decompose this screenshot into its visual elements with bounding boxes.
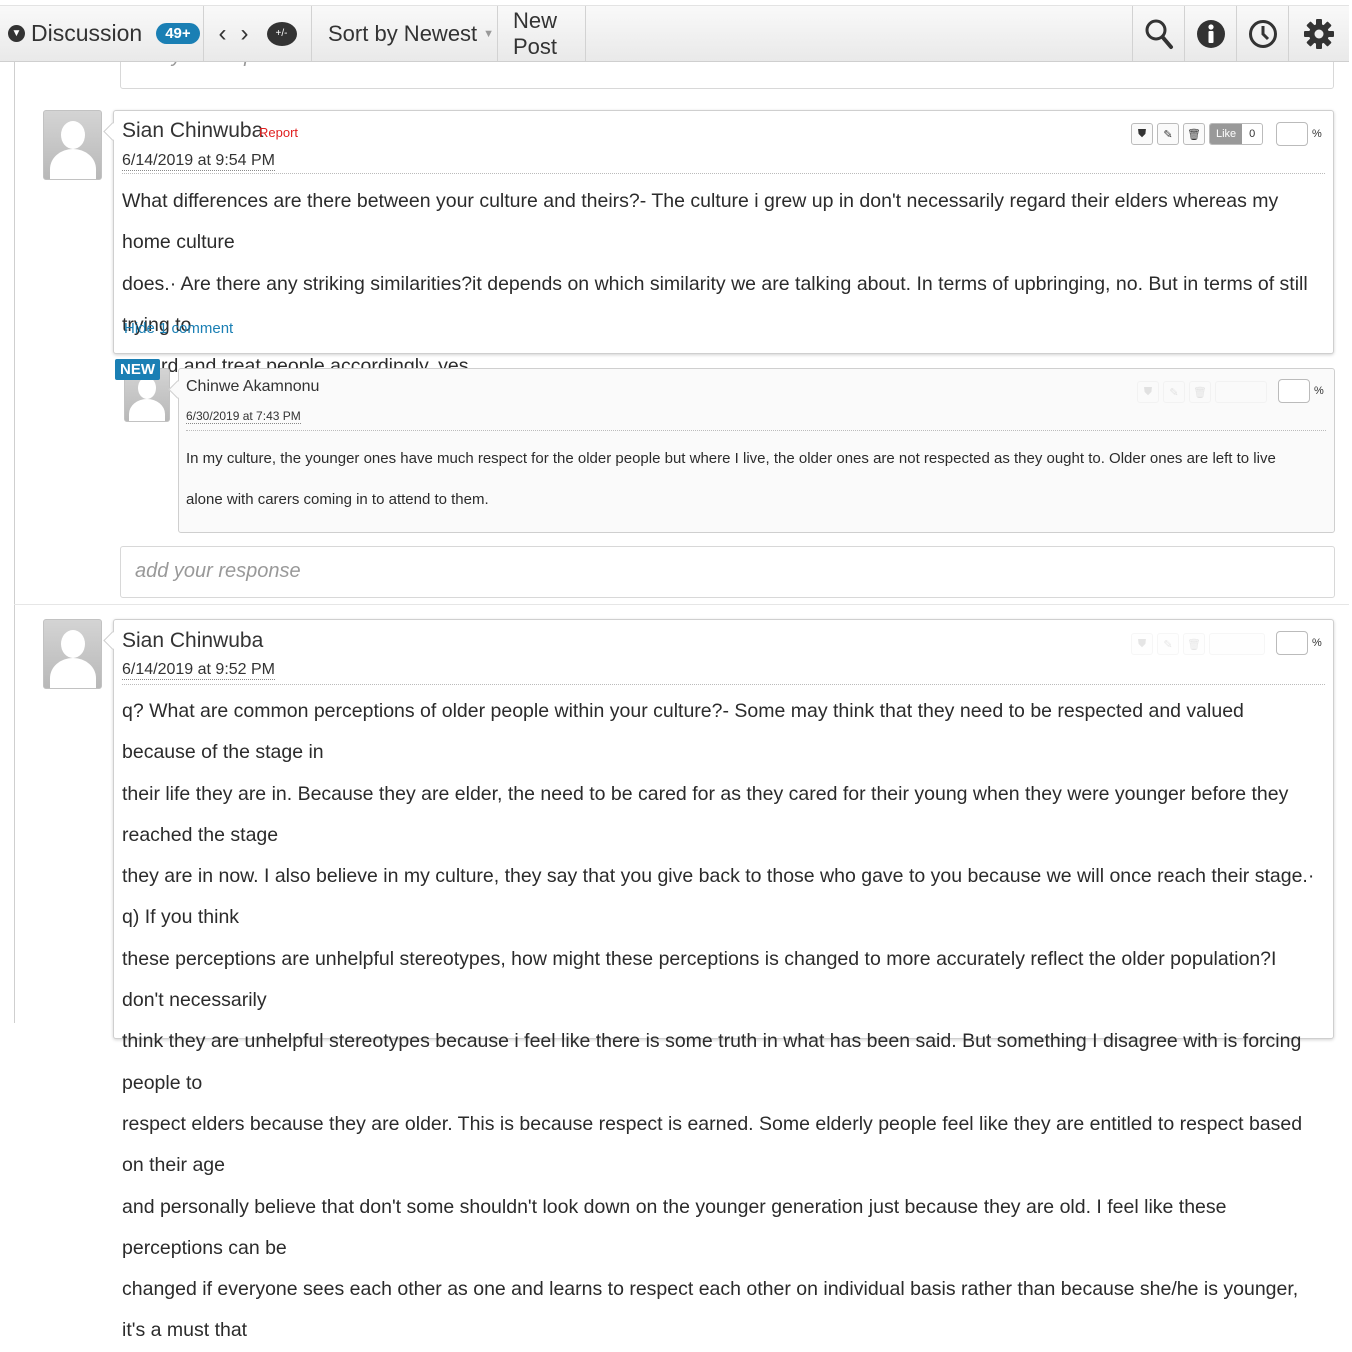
trash-icon[interactable]: 🗑	[1183, 123, 1205, 145]
grade-input[interactable]	[1276, 631, 1308, 655]
percent-sign: %	[1314, 385, 1324, 397]
post-date[interactable]: 6/14/2019 at 9:52 PM	[122, 661, 275, 680]
info-icon	[1196, 19, 1225, 48]
comment-date[interactable]: 6/30/2019 at 7:43 PM	[186, 409, 301, 424]
post-actions: ⛊ ✎ 🗑	[1131, 633, 1265, 655]
comment-author[interactable]: Chinwe Akamnonu	[186, 378, 319, 396]
post-author[interactable]: Sian Chinwuba	[122, 119, 263, 143]
caret-down-icon: ▼	[483, 27, 495, 40]
toolbar-spacer	[586, 6, 1133, 61]
post-line: What differences are there between your …	[122, 190, 1279, 254]
percent-sign: %	[1312, 637, 1322, 649]
response-placeholder: add your response	[135, 560, 301, 582]
chat-icon[interactable]: +/-	[266, 21, 297, 46]
discussion-menu[interactable]: ▼ Discussion 49+	[0, 6, 204, 61]
comment-line: In my culture, the younger ones have muc…	[186, 450, 1276, 467]
clock-icon	[1248, 19, 1277, 48]
post-author[interactable]: Sian Chinwuba	[122, 629, 263, 653]
chevron-left-icon[interactable]: ‹	[219, 20, 227, 48]
post-count-badge: 49+	[156, 23, 200, 44]
post-card: Sian Chinwuba Report 6/14/2019 at 9:54 P…	[103, 110, 1334, 377]
post-line: their life they are in. Because they are…	[122, 782, 1289, 846]
chevron-down-icon: ▼	[8, 25, 25, 42]
search-button[interactable]	[1133, 6, 1185, 61]
post-card: Sian Chinwuba 6/14/2019 at 9:52 PM ⛊ ✎ 🗑…	[103, 619, 1334, 1341]
comment-actions: ⛊ ✎ 🗑	[1137, 381, 1267, 403]
like-count: 0	[1242, 128, 1263, 140]
search-icon	[1145, 19, 1173, 49]
avatar	[43, 110, 102, 180]
post-line: and personally believe that don't some s…	[122, 1195, 1227, 1259]
response-input[interactable]: add your response	[120, 546, 1335, 598]
new-post-label: New Post	[513, 7, 558, 59]
post-actions: ⛊ ✎ 🗑 Like 0	[1131, 123, 1264, 145]
settings-button[interactable]	[1289, 6, 1349, 61]
post-line: they are in now. I also believe in my cu…	[122, 865, 1315, 929]
moderate-icon[interactable]: ⛊	[1131, 123, 1153, 145]
avatar	[43, 619, 102, 689]
post-line: think they are unhelpful stereotypes bec…	[122, 1030, 1302, 1094]
info-button[interactable]	[1185, 6, 1237, 61]
post-body: What differences are there between your …	[122, 181, 1323, 387]
trash-icon[interactable]: 🗑	[1183, 633, 1205, 655]
discussion-toolbar: ▼ Discussion 49+ ‹ › +/- Sort by Newest …	[0, 5, 1349, 62]
post-line: does.· Are there any striking similariti…	[122, 272, 1308, 336]
post-line: respect elders because they are older. T…	[122, 1112, 1303, 1177]
like-button[interactable]	[1209, 633, 1265, 655]
sort-dropdown[interactable]: Sort by Newest ▼	[312, 6, 498, 61]
moderate-icon[interactable]: ⛊	[1131, 633, 1153, 655]
grade-field: %	[1276, 122, 1322, 146]
new-badge: NEW	[115, 359, 160, 380]
comment-line: alone with carers coming in to attend to…	[186, 491, 489, 508]
comment-card: Chinwe Akamnonu 6/30/2019 at 7:43 PM ⛊ ✎…	[168, 368, 1335, 533]
gear-icon	[1304, 18, 1334, 49]
post-body: q? What are common perceptions of older …	[122, 691, 1323, 1352]
edit-icon[interactable]: ✎	[1157, 633, 1179, 655]
grade-field: %	[1276, 631, 1322, 655]
post-line: q? What are common perceptions of older …	[122, 700, 1244, 764]
hide-comments-link[interactable]: Hide 1 comment	[124, 320, 233, 337]
like-label: Like	[1210, 124, 1243, 144]
comment-body: In my culture, the younger ones have muc…	[186, 438, 1324, 520]
post-line: changed if everyone sees each other as o…	[122, 1278, 1299, 1342]
discussion-label: Discussion	[31, 20, 143, 46]
edit-icon[interactable]: ✎	[1157, 123, 1179, 145]
new-post-button[interactable]: New Post	[498, 6, 586, 61]
post-date[interactable]: 6/14/2019 at 9:54 PM	[122, 152, 275, 171]
post-line: these perceptions are unhelpful stereoty…	[122, 947, 1277, 1012]
like-button[interactable]	[1215, 381, 1267, 403]
edit-icon[interactable]: ✎	[1163, 381, 1185, 403]
grade-field: %	[1278, 379, 1324, 403]
post-navigation: ‹ › +/-	[204, 6, 312, 61]
thread-rule	[14, 60, 15, 1023]
like-button[interactable]: Like 0	[1209, 123, 1264, 145]
grade-input[interactable]	[1278, 379, 1310, 403]
sort-label: Sort by Newest	[328, 20, 478, 46]
chevron-right-icon[interactable]: ›	[241, 20, 249, 48]
moderate-icon[interactable]: ⛊	[1137, 381, 1159, 403]
grade-input[interactable]	[1276, 122, 1308, 146]
report-link[interactable]: Report	[259, 125, 298, 140]
percent-sign: %	[1312, 128, 1322, 140]
trash-icon[interactable]: 🗑	[1189, 381, 1211, 403]
history-button[interactable]	[1237, 6, 1289, 61]
